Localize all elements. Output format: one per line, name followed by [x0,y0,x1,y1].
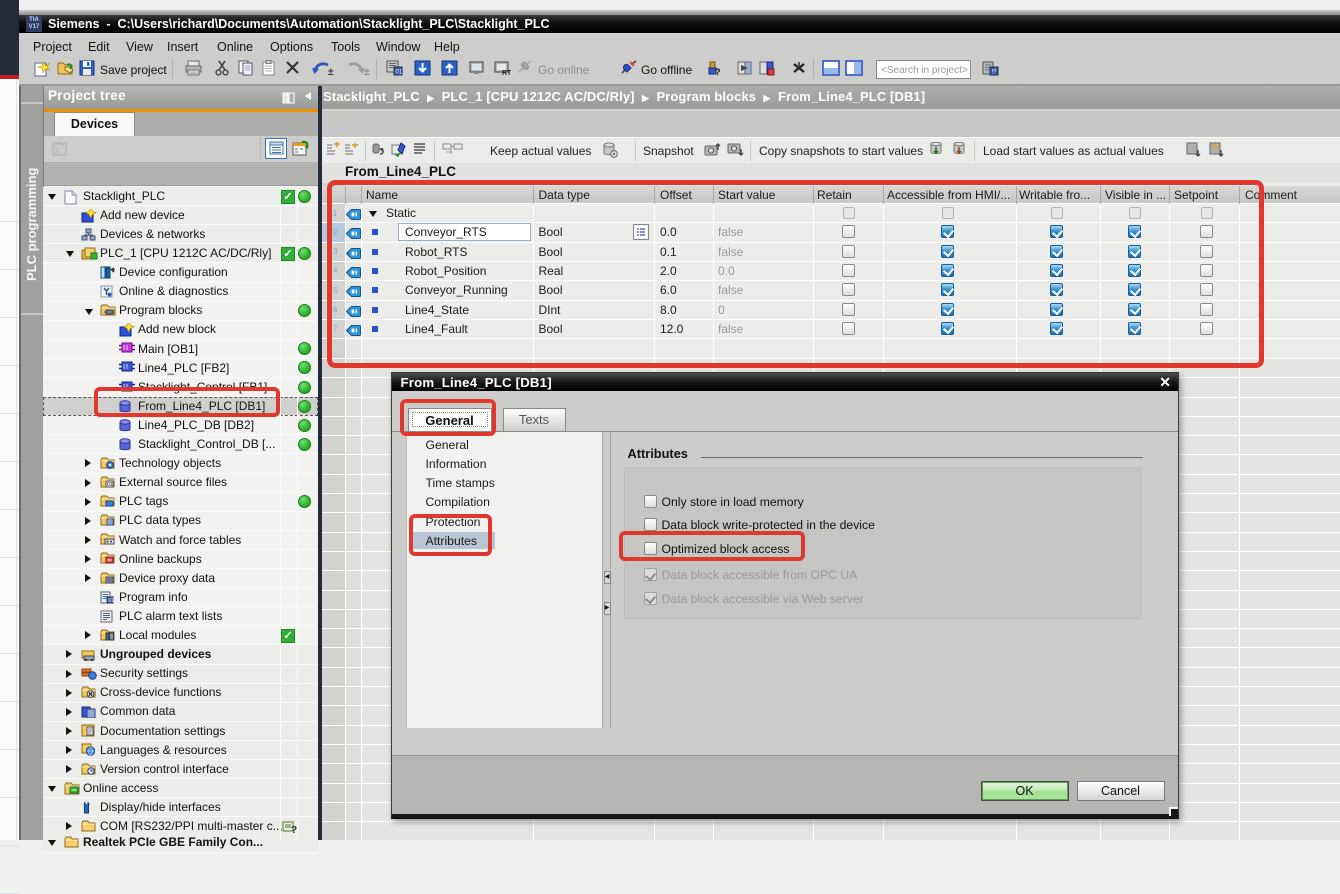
svg-text:01: 01 [107,482,113,488]
svg-text:RT: RT [502,70,511,76]
svg-text:±: ± [364,67,370,77]
svg-text:01: 01 [396,70,403,76]
svg-text:!?: !? [992,70,998,76]
svg-text:?: ? [715,67,721,77]
svg-text:01: 01 [108,598,114,604]
svg-text:±: ± [328,67,334,77]
